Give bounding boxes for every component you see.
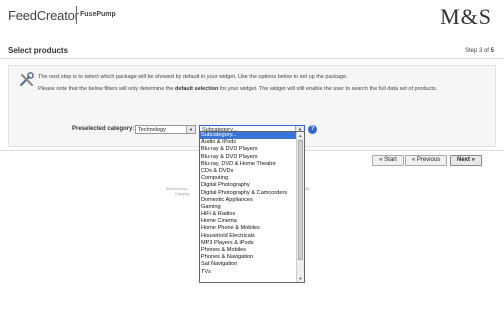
dropdown-option[interactable]: Home Cinema [200, 218, 298, 225]
chevron-down-icon[interactable]: ▼ [186, 126, 195, 133]
dropdown-option[interactable]: Household Electricals [200, 233, 298, 240]
dropdown-option[interactable]: Subcategory... [200, 132, 298, 140]
info-text-2-post: for your widget. The widget will still e… [219, 86, 438, 92]
scroll-down-icon[interactable]: ▼ [297, 275, 304, 282]
dropdown-option[interactable]: Computing [200, 175, 298, 182]
step-prefix: Step 3 of [464, 48, 489, 54]
dropdown-option[interactable]: Digital Photography [200, 182, 298, 189]
header: FeedCreator FusePump M&S [0, 0, 504, 36]
dropdown-option[interactable]: TVs [200, 269, 298, 276]
info-text-2: Please note that the below filters will … [38, 86, 478, 94]
dropdown-option[interactable]: Blu-ray & DVD Players [200, 146, 298, 153]
dropdown-option[interactable]: Home Phone & Mobiles [200, 225, 298, 232]
category-select[interactable]: Technology ▼ [135, 125, 196, 134]
dropdown-option[interactable]: Sat Navigation [200, 261, 298, 268]
dropdown-option[interactable]: Domestic Appliances [200, 197, 298, 204]
subcategory-dropdown-list[interactable]: Subcategory... Audio & iPods Blu-ray & DVD… [199, 131, 305, 283]
dropdown-option[interactable]: MP3 Players & iPods [200, 240, 298, 247]
step-total: 5 [490, 48, 494, 54]
subcategory-options: Subcategory... Audio & iPods Blu-ray & DVD… [200, 132, 298, 276]
dropdown-option[interactable]: Phones & Mobiles [200, 247, 298, 254]
category-label: Preselected category: [72, 126, 135, 132]
info-text-2-bold: default selection [174, 86, 219, 92]
dropdown-option[interactable]: CDs & DVDs [200, 168, 298, 175]
dropdown-option[interactable]: Blu-ray, DVD & Home Theatre [200, 161, 298, 168]
help-icon[interactable]: ? [308, 125, 317, 134]
info-text-2-pre: Please note that the below filters will … [38, 86, 174, 92]
next-button[interactable]: Next » [450, 155, 482, 166]
fusepump-logo: FusePump [80, 11, 116, 18]
dropdown-option[interactable]: Digital Photography & Camcorders [200, 190, 298, 197]
feedcreator-logo: FeedCreator [8, 8, 79, 23]
dropdown-option[interactable]: Blu-ray & DVD Players [200, 154, 298, 161]
dropdown-option[interactable]: Audio & iPods [200, 139, 298, 146]
tools-icon [20, 72, 34, 87]
dropdown-option[interactable]: HiFi & Radios [200, 211, 298, 218]
dropdown-option[interactable]: Phones & Navigation [200, 254, 298, 261]
info-text-1: The next step is to select which package… [38, 74, 348, 80]
client-logo: M&S [440, 4, 492, 29]
scroll-up-icon[interactable]: ▲ [297, 132, 304, 139]
category-select-value: Technology [138, 127, 166, 133]
dropdown-scrollbar[interactable]: ▲ ▼ [296, 132, 304, 282]
dropdown-option[interactable]: Gaming [200, 204, 298, 211]
previous-button[interactable]: « Previous [405, 155, 447, 166]
scrollbar-thumb[interactable] [298, 140, 303, 260]
page-title: Select products [8, 46, 69, 55]
step-indicator: Step 3 of 5 [465, 48, 494, 54]
title-bar [0, 40, 504, 59]
start-button[interactable]: « Start [372, 155, 404, 166]
logo-divider [76, 6, 77, 24]
